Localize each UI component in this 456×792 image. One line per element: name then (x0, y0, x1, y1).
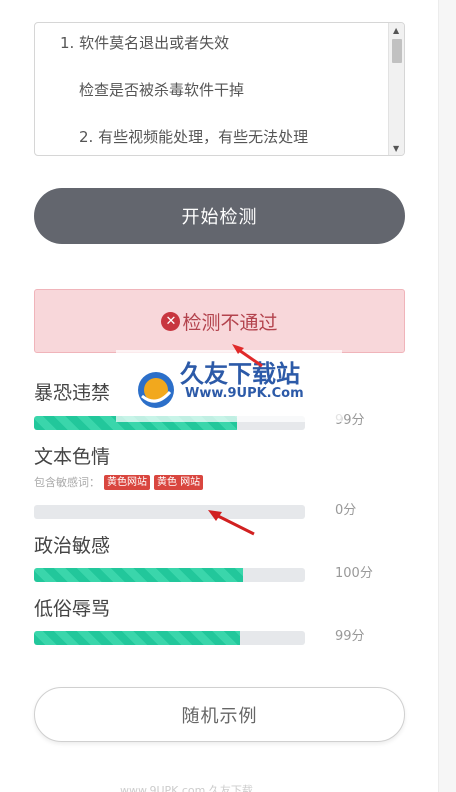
page-scrollbar-track[interactable] (438, 0, 456, 792)
progress-bar-politics (34, 568, 305, 582)
tips-textarea[interactable]: 1. 软件莫名退出或者失效 检查是否被杀毒软件干掉 2. 有些视频能处理，有些无… (34, 22, 405, 156)
error-circle-icon: ✕ (161, 311, 181, 331)
category-label-abuse: 低俗辱骂 (34, 598, 111, 620)
sensitive-words-row: 包含敏感词： 黄色网站 黄色 网站 (34, 474, 204, 490)
watermark-logo-icon (138, 372, 174, 408)
progress-bar-abuse (34, 631, 305, 645)
random-example-button[interactable]: 随机示例 (34, 687, 405, 742)
score-abuse: 99分 (335, 629, 365, 644)
score-politics: 100分 (335, 566, 373, 581)
sensitive-words-label: 包含敏感词： (34, 476, 100, 489)
result-text: 检测不通过 (182, 311, 278, 334)
category-label-politics: 政治敏感 (34, 535, 111, 557)
tips-line-3: 2. 有些视频能处理，有些无法处理 (79, 128, 309, 146)
tips-line-2: 检查是否被杀毒软件干掉 (79, 81, 245, 99)
textarea-scrollbar[interactable]: ▲ ▼ (388, 23, 404, 155)
pointer-arrow-icon (208, 510, 255, 536)
progress-fill-abuse (34, 631, 240, 645)
pointer-arrow-icon (232, 344, 263, 368)
tips-line-1: 1. 软件莫名退出或者失效 (60, 34, 230, 52)
sensitive-tag: 黄色 网站 (154, 474, 204, 490)
result-alert: ✕ 检测不通过 (34, 289, 405, 353)
progress-fill-politics (34, 568, 243, 582)
scroll-up-arrow-icon[interactable]: ▲ (393, 26, 399, 35)
score-porn: 0分 (335, 503, 357, 518)
progress-bar-porn (34, 505, 305, 519)
watermark-url: Www.9UPK.Com (185, 386, 304, 401)
scroll-down-arrow-icon[interactable]: ▼ (393, 144, 399, 153)
scrollbar-thumb[interactable] (392, 39, 402, 63)
footer-text: www.9UPK.com 久友下载 (120, 784, 253, 792)
category-label-violence: 暴恐违禁 (34, 382, 111, 404)
start-detect-button[interactable]: 开始检测 (34, 188, 405, 244)
sensitive-tag: 黄色网站 (104, 474, 150, 490)
category-label-porn: 文本色情 (34, 446, 111, 468)
